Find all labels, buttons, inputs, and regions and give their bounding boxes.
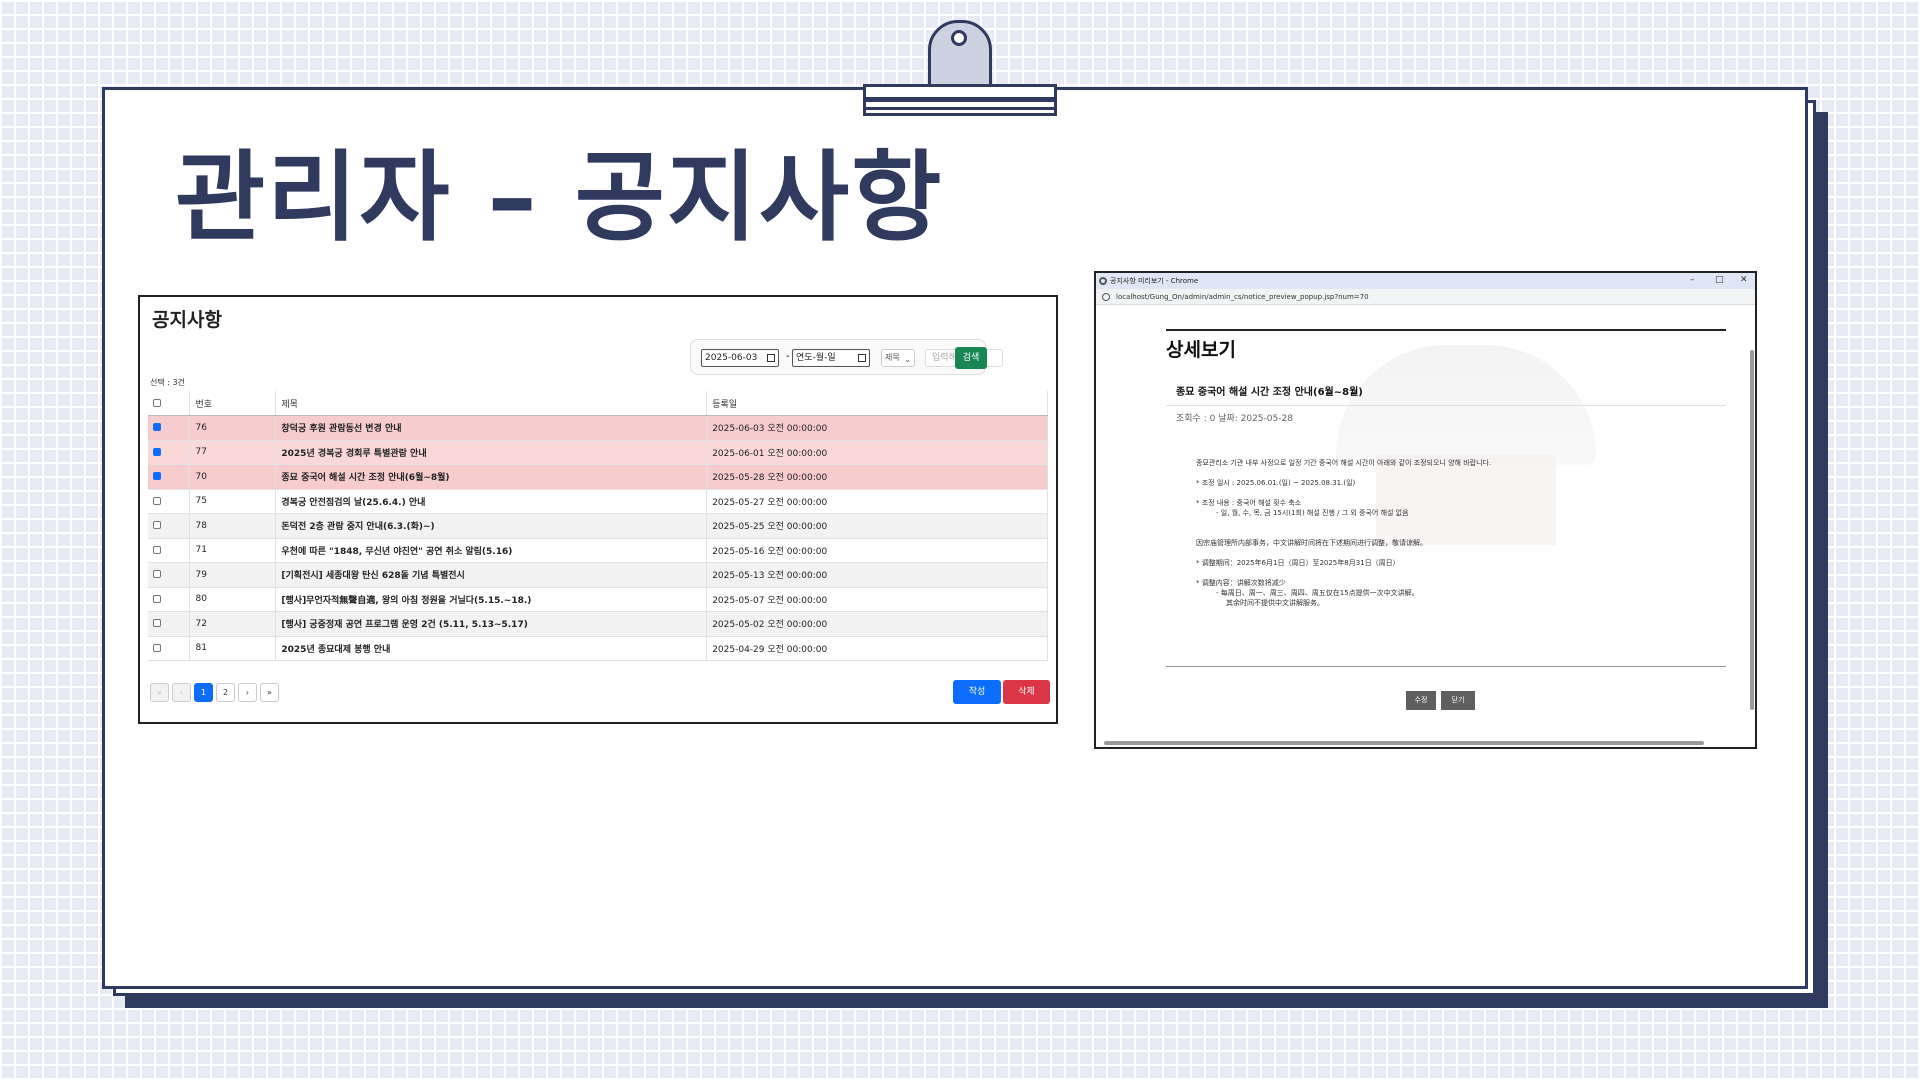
row-checkbox[interactable] xyxy=(148,636,191,661)
url-text: localhost/Gung_On/admin/admin_cs/notice_… xyxy=(1116,293,1369,301)
calendar-icon xyxy=(858,354,866,362)
notice-subject: 종묘 중국어 해설 시간 조정 안내(6월~8월) xyxy=(1176,387,1363,398)
horizontal-scrollbar[interactable] xyxy=(1104,741,1704,745)
window-titlebar: 공지사항 미리보기 - Chrome – □ ✕ xyxy=(1096,273,1755,289)
chrome-icon xyxy=(1099,277,1107,285)
vertical-scrollbar[interactable] xyxy=(1750,350,1754,710)
row-checkbox[interactable] xyxy=(148,611,191,637)
prev-page-button[interactable]: ‹ xyxy=(172,683,191,702)
footer-rule xyxy=(1166,666,1726,667)
table-row[interactable]: 70 종묘 중국어 해설 시간 조정 안내(6월~8월) 2025-05-28 … xyxy=(148,464,1048,490)
clip-bar xyxy=(863,84,1057,116)
clip-hole xyxy=(951,30,967,46)
table-row[interactable]: 81 2025년 종묘대제 봉행 안내 2025-04-29 오전 00:00:… xyxy=(148,636,1048,661)
preview-popup-window: 공지사항 미리보기 - Chrome – □ ✕ localhost/Gung_… xyxy=(1094,271,1757,749)
search-field-select[interactable]: 제목 ⌄ xyxy=(881,349,915,367)
close-button[interactable]: 닫기 xyxy=(1441,691,1475,710)
search-button[interactable]: 검색 xyxy=(955,347,987,369)
selected-count: 선택 : 3건 xyxy=(150,378,185,387)
next-page-button[interactable]: › xyxy=(238,683,257,702)
row-checkbox[interactable] xyxy=(148,415,191,441)
address-bar[interactable]: localhost/Gung_On/admin/admin_cs/notice_… xyxy=(1096,289,1755,305)
select-all-checkbox[interactable] xyxy=(148,391,191,416)
popup-content: 상세보기 종묘 중국어 해설 시간 조정 안내(6월~8월) 조회수 : 0 날… xyxy=(1096,305,1755,747)
table-row[interactable]: 76 창덕궁 후원 관람동선 변경 안내 2025-06-03 오전 00:00… xyxy=(148,415,1048,441)
slide-title: 관리자 – 공지사항 xyxy=(175,141,944,255)
col-number: 번호 xyxy=(189,391,277,416)
notice-meta: 조회수 : 0 날짜: 2025-05-28 xyxy=(1176,414,1293,424)
table-row[interactable]: 75 경복궁 안전점검의 날(25.6.4.) 안내 2025-05-27 오전… xyxy=(148,489,1048,514)
col-date: 등록일 xyxy=(706,391,1048,416)
edit-button[interactable]: 수정 xyxy=(1406,691,1436,710)
notice-list-screenshot: 공지사항 2025-06-03 - 연도-월-일 제목⌄ 입력해주세요 검색 선… xyxy=(138,295,1058,724)
row-checkbox[interactable] xyxy=(148,489,191,514)
table-row[interactable]: 71 우천에 따른 "1848, 무신년 야진연" 공연 취소 알림(5.16)… xyxy=(148,538,1048,563)
table-row[interactable]: 72 [행사] 궁중정재 공연 프로그램 운영 2건 (5.11, 5.13~5… xyxy=(148,611,1048,637)
calendar-icon xyxy=(767,354,775,362)
row-checkbox[interactable] xyxy=(148,440,191,465)
heading-rule xyxy=(1166,329,1726,331)
chevron-down-icon: ⌄ xyxy=(904,355,911,364)
row-checkbox[interactable] xyxy=(148,587,191,612)
table-row[interactable]: 77 2025년 경복궁 경회루 특별관람 안내 2025-06-01 오전 0… xyxy=(148,440,1048,465)
date-range-dash: - xyxy=(786,351,790,362)
info-icon xyxy=(1102,293,1110,301)
first-page-button[interactable]: « xyxy=(150,683,169,702)
last-page-button[interactable]: » xyxy=(260,683,279,702)
row-checkbox[interactable] xyxy=(148,562,191,588)
detail-heading: 상세보기 xyxy=(1166,339,1236,361)
table-row[interactable]: 78 돈덕전 2층 관람 중지 안내(6.3.(화)~) 2025-05-25 … xyxy=(148,513,1048,539)
window-title: 공지사항 미리보기 - Chrome xyxy=(1110,277,1199,285)
write-button[interactable]: 작성 xyxy=(953,680,1001,704)
list-heading: 공지사항 xyxy=(152,309,222,331)
row-checkbox[interactable] xyxy=(148,513,191,539)
table-header-row: 번호 제목 등록일 xyxy=(148,391,1048,416)
col-title: 제목 xyxy=(275,391,708,416)
table-row[interactable]: 79 [기획전시] 세종대왕 탄신 628돌 기념 특별전시 2025-05-1… xyxy=(148,562,1048,588)
row-checkbox[interactable] xyxy=(148,538,191,563)
notice-table: 번호 제목 등록일 76 창덕궁 후원 관람동선 변경 안내 2025-06-0… xyxy=(148,391,1048,661)
maximize-button[interactable]: □ xyxy=(1715,273,1724,288)
subject-divider xyxy=(1166,405,1726,406)
notice-body: 종묘관리소 기관 내부 사정으로 일정 기간 중국어 해설 시간이 아래와 같이… xyxy=(1196,459,1492,607)
row-checkbox[interactable] xyxy=(148,464,191,490)
page-1-button[interactable]: 1 xyxy=(194,683,213,702)
end-date-input[interactable]: 연도-월-일 xyxy=(792,349,870,367)
minimize-button[interactable]: – xyxy=(1690,273,1695,288)
window-close-button[interactable]: ✕ xyxy=(1740,273,1748,288)
search-bar: 2025-06-03 - 연도-월-일 제목⌄ 입력해주세요 검색 xyxy=(690,339,1003,375)
pagination: « ‹ 1 2 › » xyxy=(150,683,279,702)
table-row[interactable]: 80 [행사]무언자적無聲自適, 왕의 아침 정원을 거닐다(5.15.~18.… xyxy=(148,587,1048,612)
delete-button[interactable]: 삭제 xyxy=(1003,680,1050,704)
start-date-input[interactable]: 2025-06-03 xyxy=(701,349,779,367)
page-2-button[interactable]: 2 xyxy=(216,683,235,702)
